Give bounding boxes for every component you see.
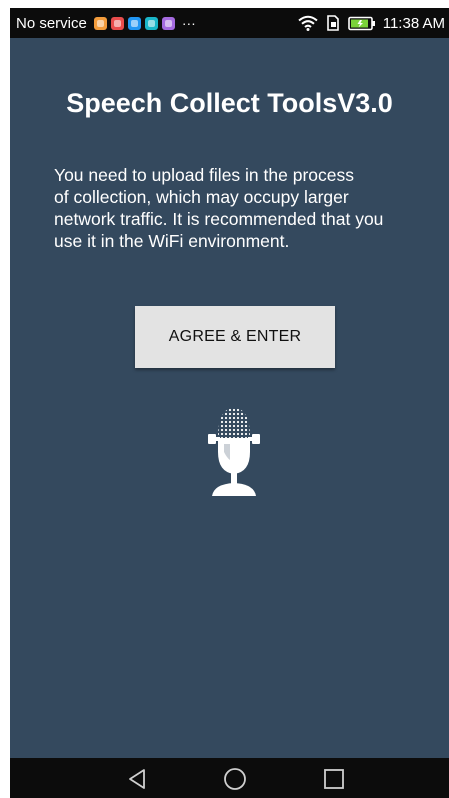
- navigation-bar: [10, 758, 449, 798]
- notification-overflow: ···: [181, 15, 196, 31]
- blue-app-icon: [127, 16, 141, 30]
- agree-enter-button[interactable]: AGREE & ENTER: [135, 306, 335, 368]
- sim-card-icon: [325, 15, 341, 31]
- battery-icon: [347, 16, 376, 31]
- wifi-notice: You need to upload files in the process …: [54, 164, 424, 252]
- purple-app-icon: [161, 16, 175, 30]
- red-app-icon: [110, 16, 124, 30]
- clock-text: 11:38 AM: [382, 14, 445, 32]
- status-left: No service ···: [10, 15, 196, 32]
- status-right: 11:38 AM: [298, 8, 445, 38]
- carrier-label: No service: [16, 14, 87, 32]
- back-icon[interactable]: [122, 766, 152, 792]
- notice-line: network traffic. It is recommended that …: [54, 209, 384, 229]
- notice-line: use it in the WiFi environment.: [54, 231, 290, 251]
- app-screen: No service ··· 11:38 AM Speech Collect T…: [10, 8, 449, 798]
- home-icon[interactable]: [220, 766, 250, 792]
- microphone-icon: [204, 408, 264, 498]
- notice-line: of collection, which may occupy larger: [54, 187, 349, 207]
- notice-line: You need to upload files in the process: [54, 165, 354, 185]
- app-title: Speech Collect ToolsV3.0: [66, 88, 393, 118]
- status-bar: No service ··· 11:38 AM: [10, 8, 449, 38]
- browser-icon: [93, 16, 107, 30]
- recents-icon[interactable]: [319, 766, 349, 792]
- teal-app-icon: [144, 16, 158, 30]
- wifi-icon: [298, 15, 318, 31]
